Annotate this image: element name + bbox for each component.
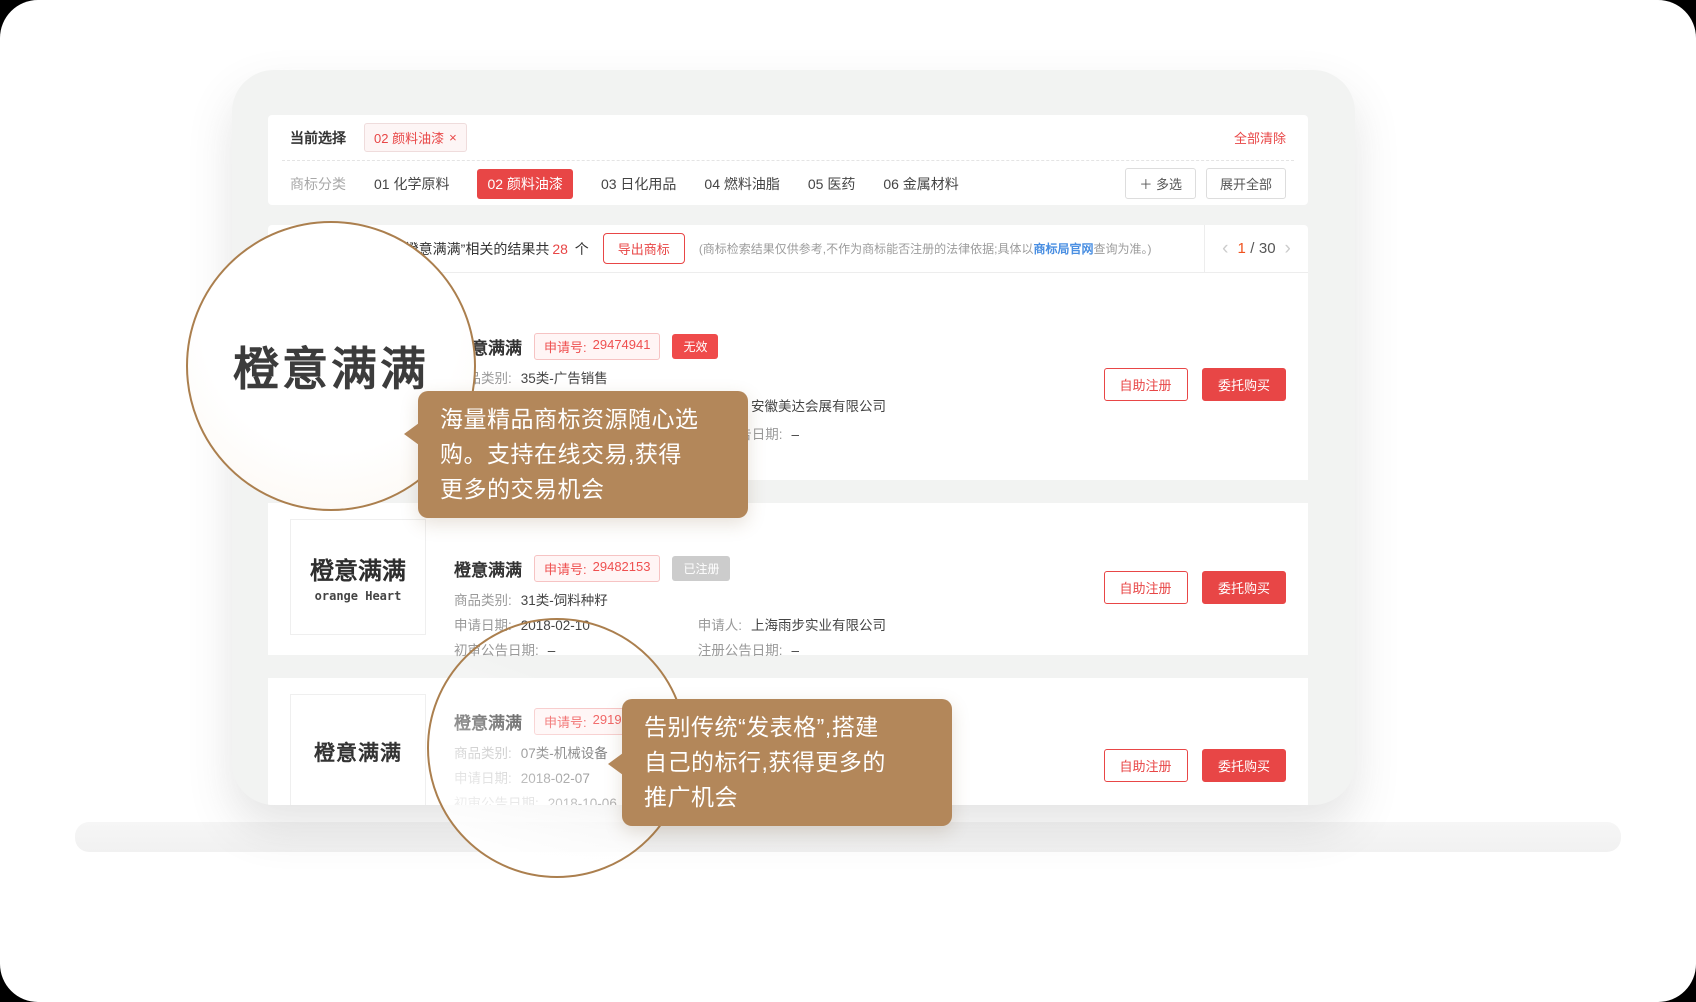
status-badge-registered: 已注册 [672,556,730,581]
pagination-pages: 1 / 30 [1237,240,1275,258]
entrust-buy-button[interactable]: 委托购买 [1202,368,1286,401]
trademark-name: 橙意满满 [454,556,522,581]
applicant: 上海雨步实业有限公司 [751,618,886,633]
clear-all-link[interactable]: 全部清除 [1234,128,1286,147]
selected-filter-tag-label: 02 颜料油漆 [374,128,444,147]
trademark-image-2: 橙意满满 orange Heart [290,519,426,635]
category-05[interactable]: 05 医药 [808,174,855,194]
expand-all-button[interactable]: 展开全部 [1206,168,1286,199]
category-06[interactable]: 06 金属材料 [883,174,958,194]
trademark-image-text: 橙意满满 [314,737,402,767]
category-row: 商标分类 01 化学原料 02 颜料油漆 03 日化用品 04 燃料油脂 05 … [268,161,1308,206]
multi-select-button[interactable]: ＋ 多选 [1125,168,1196,199]
apply-date: 2018-02-07 [521,771,590,786]
current-selection-label: 当前选择 [290,128,346,148]
self-register-button[interactable]: 自助注册 [1104,749,1188,782]
tooltip-promotion: 告别传统“发表格”,搭建 自己的标行,获得更多的 推广机会 [622,699,952,826]
first-publish-date: – [548,643,556,658]
pagination-prev-icon[interactable]: ‹ [1222,239,1228,258]
row-actions-2: 自助注册 委托购买 [1104,571,1286,604]
status-badge-invalid: 无效 [672,334,718,359]
filter-panel: 当前选择 02 颜料油漆 × 全部清除 商标分类 01 化学原料 02 颜料油漆… [268,115,1308,205]
self-register-button[interactable]: 自助注册 [1104,368,1188,401]
results-count: 28 [549,241,571,257]
trademark-image-text: 橙意满满 [310,551,406,586]
trademark-image-3: 橙意满满 [290,694,426,805]
selected-filter-tag[interactable]: 02 颜料油漆 × [364,123,467,152]
applicant: 安徽美达会展有限公司 [751,399,886,414]
application-number-tag: 申请号:29482153 [534,555,660,582]
magnified-trademark-text: 橙意满满 [233,333,429,399]
category-02-active[interactable]: 02 颜料油漆 [477,169,572,199]
trademark-row-2: 橙意满满 orange Heart 橙意满满 申请号:29482153 已注册 … [268,503,1308,655]
trademark-name: 橙意满满 [454,709,522,734]
current-selection-row: 当前选择 02 颜料油漆 × 全部清除 [268,115,1308,160]
trademark-info-2: 橙意满满 申请号:29482153 已注册 商品类别:31类-饲料种籽 申请日期… [454,555,1104,655]
category-01[interactable]: 01 化学原料 [374,174,449,194]
tooltip-marketplace: 海量精品商标资源随心选 购。支持在线交易,获得 更多的交易机会 [418,391,748,518]
row-actions-3: 自助注册 委托购买 [1104,749,1286,782]
export-trademarks-button[interactable]: 导出商标 [603,233,685,264]
goods-category: 35类-广告销售 [521,371,608,386]
pagination-next-icon[interactable]: › [1285,239,1291,258]
pagination-total: 30 [1259,240,1276,257]
goods-category: 31类-饲料种籽 [521,593,608,608]
trademark-office-link[interactable]: 商标局官网 [1033,242,1093,256]
pagination: ‹ 1 / 30 › [1204,225,1308,272]
pagination-current: 1 [1237,240,1245,257]
reg-publish-date: – [792,643,800,658]
category-row-label: 商标分类 [290,174,346,194]
disclaimer-text: (商标检索结果仅供参考,不作为商标能否注册的法律依据;具体以商标局官网查询为准。… [699,240,1152,257]
row-actions-1: 自助注册 委托购买 [1104,368,1286,401]
remove-tag-icon[interactable]: × [449,130,457,145]
application-number-tag: 申请号:29474941 [534,333,660,360]
self-register-button[interactable]: 自助注册 [1104,571,1188,604]
entrust-buy-button[interactable]: 委托购买 [1202,571,1286,604]
laptop-base [75,822,1621,852]
reg-publish-date: – [792,427,800,442]
entrust-buy-button[interactable]: 委托购买 [1202,749,1286,782]
goods-category: 07类-机械设备 [521,746,608,761]
category-04[interactable]: 04 燃料油脂 [704,174,779,194]
trademark-image-subtext: orange Heart [315,589,402,603]
page-background: 当前选择 02 颜料油漆 × 全部清除 商标分类 01 化学原料 02 颜料油漆… [0,0,1696,1002]
first-publish-date: 2018-10-06 [548,796,617,805]
category-03[interactable]: 03 日化用品 [601,174,676,194]
apply-date: 2018-02-10 [521,618,590,633]
